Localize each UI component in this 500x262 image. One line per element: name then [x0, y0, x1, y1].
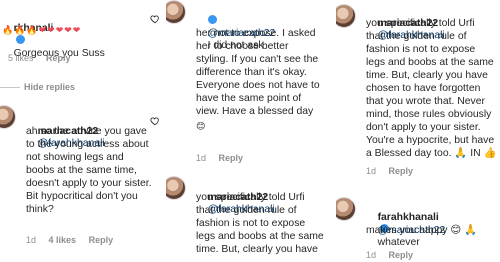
- comment-meta: 1d Reply: [366, 250, 423, 260]
- reply-button[interactable]: Reply: [46, 53, 71, 63]
- comment-line: that you wrote that. Never: [366, 96, 485, 107]
- comment-line: view. Have a blessed day: [196, 106, 314, 117]
- reply-comment-line: boobs at the same time,: [26, 165, 137, 176]
- reply-comment-line: Bit hypocritical don't you: [26, 191, 138, 202]
- comment-panel-left: rkhanali Gorgeous you Suss 🔥🔥🔥❤❤❤❤❤ 5 li…: [0, 0, 166, 262]
- comment-line: Everyone does not have to: [196, 80, 320, 91]
- comment-time: 1d: [366, 166, 377, 176]
- comment-line: legs and boobs at the same: [196, 231, 324, 242]
- comment-line: her to choose better: [196, 41, 289, 52]
- reply-comment-line: doesn't apply to your sister.: [26, 178, 152, 189]
- likes-count[interactable]: 4 likes: [49, 235, 77, 245]
- comment-time: 1d: [26, 235, 37, 245]
- comment-meta: 1d Reply: [196, 153, 253, 163]
- reply-comment-line: to the young actress about: [26, 139, 149, 150]
- avatar[interactable]: [336, 4, 356, 28]
- comment-line: you specifically told Urfi: [366, 18, 475, 29]
- comment-line: fashion is not to expose: [196, 218, 306, 229]
- comment-line: difference than it's okay.: [196, 67, 307, 78]
- comment-line: time. But, clearly you have: [366, 70, 488, 81]
- hide-replies-button[interactable]: Hide replies: [24, 82, 75, 92]
- comment-panel-right: mariacath22 @farahkhanali you specifical…: [336, 0, 500, 262]
- avatar[interactable]: [166, 0, 186, 24]
- comment-line: chosen to have forgotten: [366, 83, 481, 94]
- avatar[interactable]: [0, 105, 16, 129]
- likes-count[interactable]: 5 likes: [8, 53, 34, 63]
- comment-meta: 1d 4 likes Reply: [26, 235, 123, 245]
- reply-button[interactable]: Reply: [389, 250, 414, 260]
- comment-line: that the golden rule of: [196, 205, 297, 216]
- hide-replies-line: [0, 87, 20, 88]
- comment-line: mind, those rules obviously: [366, 109, 492, 120]
- reply-button[interactable]: Reply: [389, 166, 414, 176]
- comment-meta: 1d Reply: [366, 166, 423, 176]
- like-heart-icon[interactable]: [150, 116, 160, 126]
- comment-line: styling. If you can't see the: [196, 54, 319, 65]
- comment-line: that the golden rule of: [366, 31, 467, 42]
- comment-line: makes you happy 😊 🙏: [366, 225, 477, 236]
- comment-line: You're a hypocrite, but have: [366, 135, 495, 146]
- comment-line: you specifically told Urfi: [196, 192, 305, 203]
- comment-line: fashion is not to expose: [366, 44, 476, 55]
- comment-body: whatever: [377, 237, 420, 249]
- comment-time: 1d: [366, 250, 377, 260]
- comment-line: a Blessed day too. 🙏 IN 👍: [366, 148, 497, 159]
- comment-line: don't apply to your sister.: [366, 122, 481, 133]
- avatar[interactable]: [166, 176, 186, 200]
- comment-emoji-line: 🔥🔥🔥❤❤❤❤❤: [2, 26, 82, 36]
- comment-line: her not to expose. I asked: [196, 28, 316, 39]
- reply-comment-line: ah so the advice you gave: [26, 126, 147, 137]
- comment-meta: 5 likes Reply: [8, 53, 81, 63]
- reply-comment-line: not showing legs and: [26, 152, 124, 163]
- reply-button[interactable]: Reply: [219, 153, 244, 163]
- comment-line: have the same point of: [196, 93, 302, 104]
- comment-panel-middle: @mariacath22 I did not ask her not to ex…: [166, 0, 336, 262]
- reply-button[interactable]: Reply: [89, 235, 114, 245]
- reply-comment-line: think?: [26, 204, 54, 215]
- comment-line: time. But, clearly you have: [196, 244, 318, 255]
- comment-text: rkhanali Gorgeous you Suss: [2, 10, 105, 73]
- avatar[interactable]: [336, 197, 356, 221]
- comment-line: legs and boobs at the same: [366, 57, 494, 68]
- like-heart-icon[interactable]: [150, 14, 160, 24]
- comment-time: 1d: [196, 153, 207, 163]
- smile-emoji-icon: 😊: [196, 122, 206, 132]
